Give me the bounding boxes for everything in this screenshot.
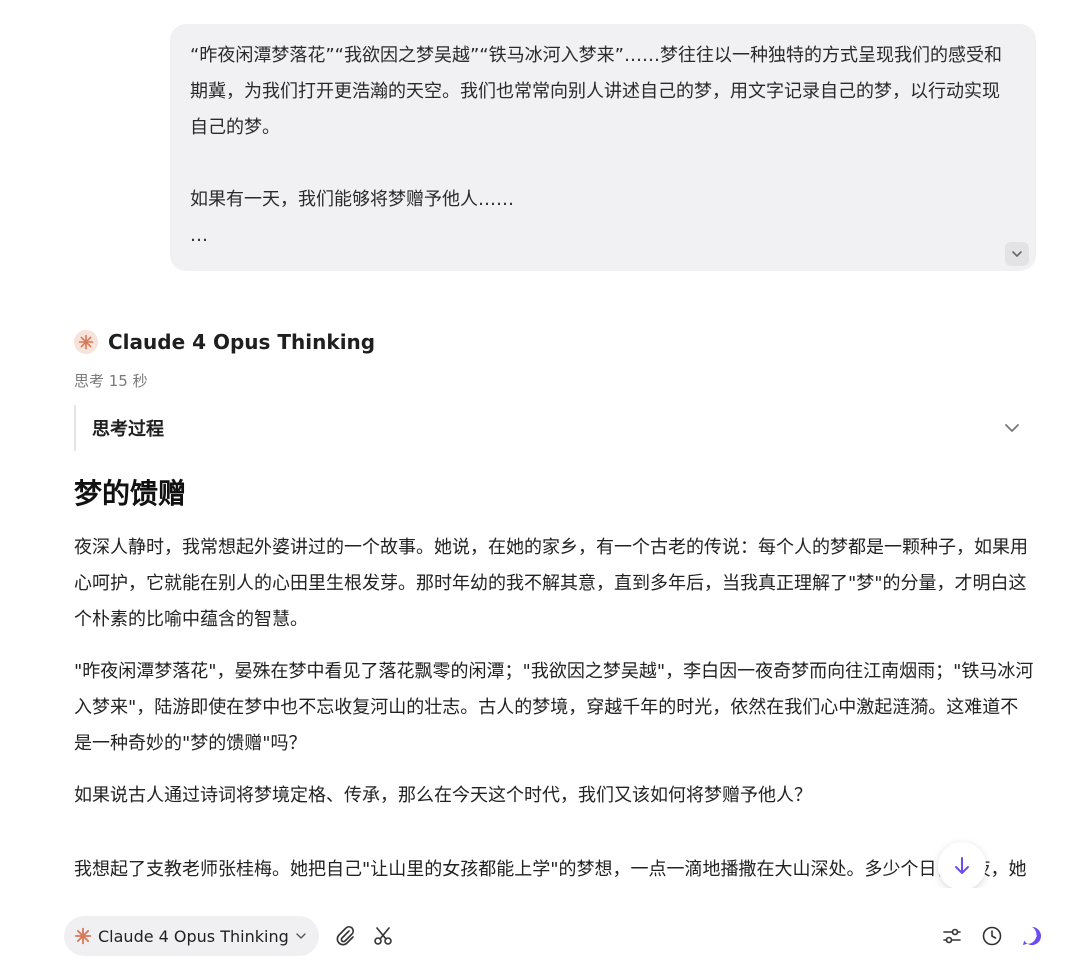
article-paragraph: "昨夜闲潭梦落花"，晏殊在梦中看见了落花飘零的闲潭；"我欲因之梦吴越"，李白因一… (74, 661, 1034, 754)
model-selector-label: Claude 4 Opus Thinking (98, 926, 289, 946)
chevron-down-icon (1012, 251, 1022, 257)
scissors-icon (373, 927, 392, 945)
settings-sliders-button[interactable] (940, 924, 964, 948)
arrow-down-icon (955, 857, 969, 874)
history-button[interactable] (980, 924, 1004, 948)
claude-logo-icon (74, 330, 98, 354)
chevron-down-icon (1005, 424, 1019, 432)
user-message-para1: “昨夜闲潭梦落花”“我欲因之梦吴越”“铁马冰河入梦来”……梦往往以一种独特的方式… (190, 45, 1002, 138)
user-message-bubble: “昨夜闲潭梦落花”“我欲因之梦吴越”“铁马冰河入梦来”……梦往往以一种独特的方式… (170, 24, 1036, 271)
user-message-para3: … (190, 225, 208, 246)
thinking-process-toggle[interactable]: 思考过程 (74, 405, 1026, 451)
response-article: 梦的馈赠 夜深人静时，我常想起外婆讲过的一个故事。她说，在她的家乡，有一个古老的… (74, 472, 1034, 830)
user-message-para2: 如果有一天，我们能够将梦赠予他人…… (190, 189, 514, 210)
model-name: Claude 4 Opus Thinking (108, 330, 376, 354)
attach-button[interactable] (333, 924, 357, 948)
model-selector[interactable]: Claude 4 Opus Thinking (64, 916, 319, 956)
chevron-down-icon (296, 933, 306, 939)
paperclip-icon (336, 925, 354, 946)
sliders-icon (943, 928, 961, 944)
article-paragraph: 如果说古人通过诗词将梦境定格、传承，那么在今天这个时代，我们又该如何将梦赠予他人… (74, 785, 812, 806)
new-chat-icon (1023, 927, 1041, 945)
scroll-to-bottom-button[interactable] (938, 842, 986, 890)
scissors-button[interactable] (371, 924, 395, 948)
article-paragraph: 夜深人静时，我常想起外婆讲过的一个故事。她说，在她的家乡，有一个古老的传说：每个… (74, 537, 1028, 630)
new-chat-button[interactable] (1020, 924, 1044, 948)
claude-logo-icon (74, 927, 92, 945)
response-model-header: Claude 4 Opus Thinking (74, 330, 375, 354)
thinking-process-title: 思考过程 (92, 419, 164, 440)
input-toolbar: Claude 4 Opus Thinking (64, 914, 1044, 958)
article-title: 梦的馈赠 (74, 477, 187, 510)
expand-message-button[interactable] (1005, 242, 1029, 266)
think-time: 思考 15 秒 (74, 372, 148, 390)
clock-icon (982, 926, 1002, 946)
